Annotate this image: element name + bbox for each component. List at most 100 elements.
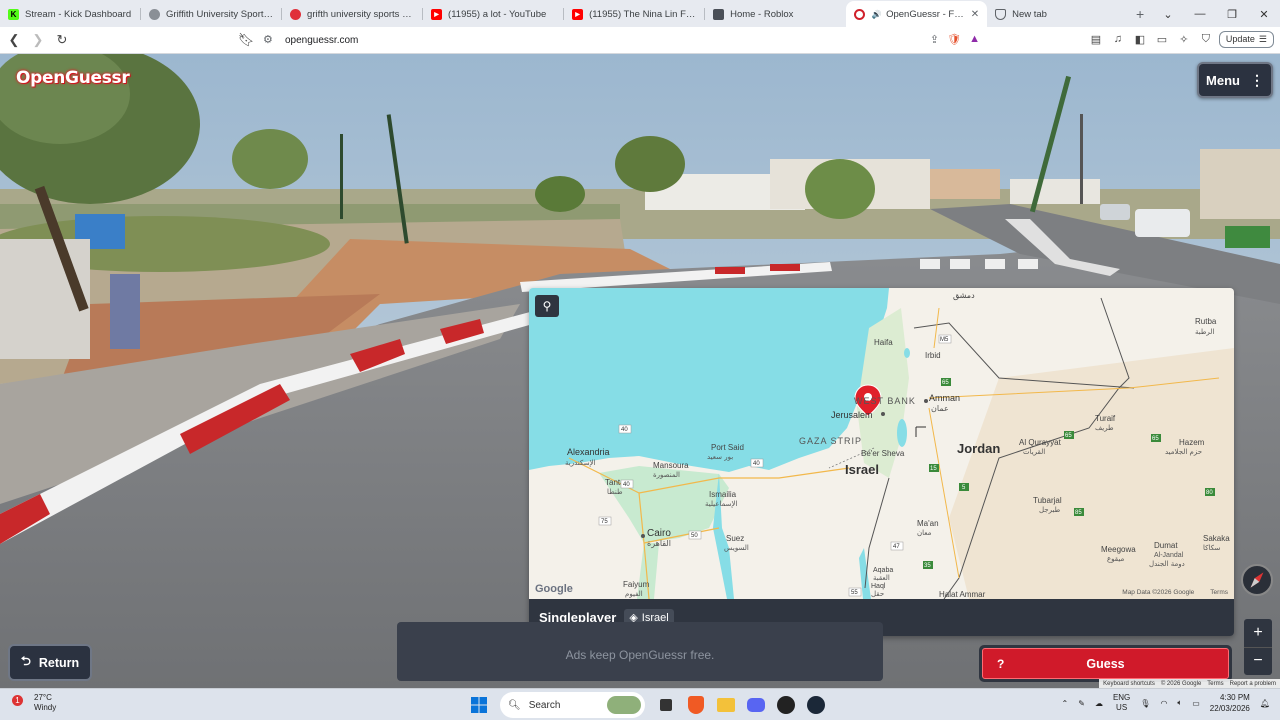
tab-roblox[interactable]: Home - Roblox (705, 1, 846, 27)
map-label-ismailia: Ismailia (709, 490, 737, 499)
lang-top: ENG (1112, 693, 1131, 702)
map-label-amman-ar: عمان (931, 404, 949, 413)
restore-icon[interactable]: ❐ (1216, 1, 1248, 27)
footer-link[interactable]: Terms (1207, 681, 1223, 687)
map-label-suez: Suez (726, 534, 744, 543)
wallet-icon[interactable]: ▭ (1153, 30, 1171, 48)
chevron-up-icon[interactable]: ⌃ (1062, 699, 1069, 708)
zoom-out-icon[interactable]: − (1244, 648, 1272, 676)
footer-link[interactable]: Report a problem (1230, 681, 1276, 687)
reload-icon[interactable]: ↻ (52, 30, 72, 50)
volume-icon[interactable]: 🔈︎ (1177, 698, 1182, 708)
zoom-controls: + − (1244, 619, 1272, 675)
tab-kick[interactable]: K Stream - Kick Dashboard (0, 1, 142, 27)
bookmark-icon[interactable]: 🔖︎ (236, 30, 256, 50)
map-label-maan-ar: معان (917, 529, 932, 537)
road-shield-m5: M5 (940, 337, 949, 343)
cloud-icon[interactable]: ☁ (1095, 699, 1103, 708)
windows-start-icon[interactable] (466, 692, 492, 718)
tab-new[interactable]: New tab (987, 1, 1128, 27)
footer-link[interactable]: Keyboard shortcuts (1103, 681, 1155, 687)
youtube-icon: ▶ (431, 8, 443, 20)
system-tray: ⌃ ✎ ☁ ENG US 🎙︎ ◠ 🔈︎ ▭ 4:30 PM 22/03/202… (1062, 692, 1270, 714)
youtube-icon: ▶ (572, 8, 584, 20)
guess-help-icon[interactable]: ? (997, 657, 1004, 671)
update-button[interactable]: Update ☰ (1218, 30, 1274, 48)
tab-title: (11955) The Nina Lin Files - Yo (589, 8, 697, 20)
tab-griffith[interactable]: Griffith University Sports Mana (141, 1, 283, 27)
chevron-down-icon[interactable]: ⌄ (1152, 1, 1184, 27)
guess-map[interactable]: Israel Jordan WEST BANK GAZA STRIP Jerus… (529, 288, 1234, 599)
map-label-suez-ar: السويس (724, 544, 749, 552)
guess-button[interactable]: ? Guess (979, 645, 1232, 682)
language-indicator[interactable]: ENG US (1113, 693, 1130, 713)
share-icon[interactable]: ⇪ (930, 33, 939, 46)
menu-button[interactable]: Menu ⋮ (1197, 62, 1273, 98)
leo-ai-icon[interactable]: ✧ (1175, 30, 1193, 48)
tab-openguessr[interactable]: 🔊 OpenGuessr - Free Geo ✕ (846, 1, 988, 27)
return-button[interactable]: ⮌ Return (8, 644, 92, 681)
map-terms-link[interactable]: Terms (1210, 589, 1228, 596)
reader-mode-icon[interactable]: ▤ (1087, 30, 1105, 48)
minimize-icon[interactable]: — (1184, 1, 1216, 27)
lang-bottom: US (1116, 703, 1128, 712)
obs-icon[interactable] (773, 692, 799, 718)
map-label-dumat-2: Al-Jandal (1154, 552, 1184, 559)
back-icon[interactable]: ❮ (4, 30, 24, 50)
footer-link: © 2026 Google (1160, 680, 1202, 687)
return-label: Return (38, 655, 80, 670)
microphone-icon[interactable]: 🎙︎ (1140, 699, 1150, 708)
map-attribution: Map Data ©2026 Google Terms (1122, 589, 1228, 596)
vpn-icon[interactable]: ⛉ (1197, 30, 1215, 48)
sidebar-icon[interactable]: ◧ (1131, 30, 1149, 48)
close-icon[interactable]: ✕ (971, 9, 979, 20)
tab-title: Griffith University Sports Mana (166, 8, 274, 20)
tab-youtube-1[interactable]: ▶ (11955) a lot - YouTube (423, 1, 565, 27)
rewards-icon[interactable]: ▲ (969, 33, 980, 46)
map-label-sakaka: Sakaka (1203, 534, 1230, 543)
map-label-mansoura-ar: المنصورة (653, 471, 680, 479)
file-explorer-icon[interactable] (713, 692, 739, 718)
map-label-alexandria-ar: الإسكندرية (565, 459, 596, 467)
media-icon[interactable]: ♫ (1109, 30, 1127, 48)
map-label-meegowa-ar: ميقوع (1107, 555, 1124, 563)
date: 22/03/2026 (1209, 704, 1250, 713)
forward-icon[interactable]: ❯ (28, 30, 48, 50)
map-label-fayum-ar: الفيوم (625, 590, 643, 598)
new-tab-button[interactable]: + (1128, 1, 1152, 27)
battery-icon[interactable]: ▭ (1192, 699, 1200, 708)
tab-title: (11955) a lot - YouTube (448, 8, 547, 20)
pen-icon[interactable]: ✎ (1078, 699, 1085, 708)
map-label-aqaba: Aqaba (873, 567, 893, 574)
close-window-icon[interactable]: ✕ (1248, 1, 1280, 27)
tab-youtube-2[interactable]: ▶ (11955) The Nina Lin Files - Yo (564, 1, 706, 27)
map-settings-icon[interactable]: ⚲ (535, 295, 559, 317)
brave-shields-icon[interactable]: 🛡︎ (947, 33, 961, 46)
discord-icon[interactable] (743, 692, 769, 718)
weather-widget[interactable]: 1 27°C Windy (12, 693, 56, 713)
openguessr-logo[interactable]: OpenGuessr (16, 68, 130, 88)
map-label-tubarjal: Tubarjal (1033, 496, 1062, 505)
compass-icon[interactable] (1241, 564, 1273, 596)
map-label-hazem: Hazem (1179, 438, 1205, 447)
task-view-icon[interactable] (653, 692, 679, 718)
road-shield-50: 50 (691, 533, 698, 539)
zoom-in-icon[interactable]: + (1244, 619, 1272, 647)
map-label-port-said: Port Said (711, 443, 744, 452)
map-label-haql-ar: حقل (871, 590, 884, 598)
guess-map-panel[interactable]: Israel Jordan WEST BANK GAZA STRIP Jerus… (529, 288, 1234, 636)
site-settings-icon[interactable]: ⚙ (263, 33, 273, 46)
wifi-icon[interactable]: ◠ (1160, 699, 1167, 708)
guess-button-inner[interactable]: ? Guess (982, 648, 1229, 679)
url-field[interactable]: ⚙ openguessr.com ⇪ 🛡︎ ▲ (258, 30, 986, 51)
pin-icon (290, 8, 302, 20)
notifications-icon[interactable]: 🔔︎ (1260, 699, 1270, 708)
clock[interactable]: 4:30 PM 22/03/2026 (1210, 692, 1250, 714)
tab-search[interactable]: grifth university sports manage (282, 1, 424, 27)
brave-browser-icon[interactable] (683, 692, 709, 718)
steam-icon[interactable] (803, 692, 829, 718)
map-label-cairo-ar: القاهرة (647, 539, 671, 548)
taskbar: 1 27°C Windy 🔍︎ Search ⌃ ✎ ☁ ENG US 🎙︎ ◠… (0, 688, 1280, 720)
taskbar-search[interactable]: 🔍︎ Search (500, 692, 645, 718)
speaker-icon[interactable]: 🔊 (871, 9, 882, 20)
